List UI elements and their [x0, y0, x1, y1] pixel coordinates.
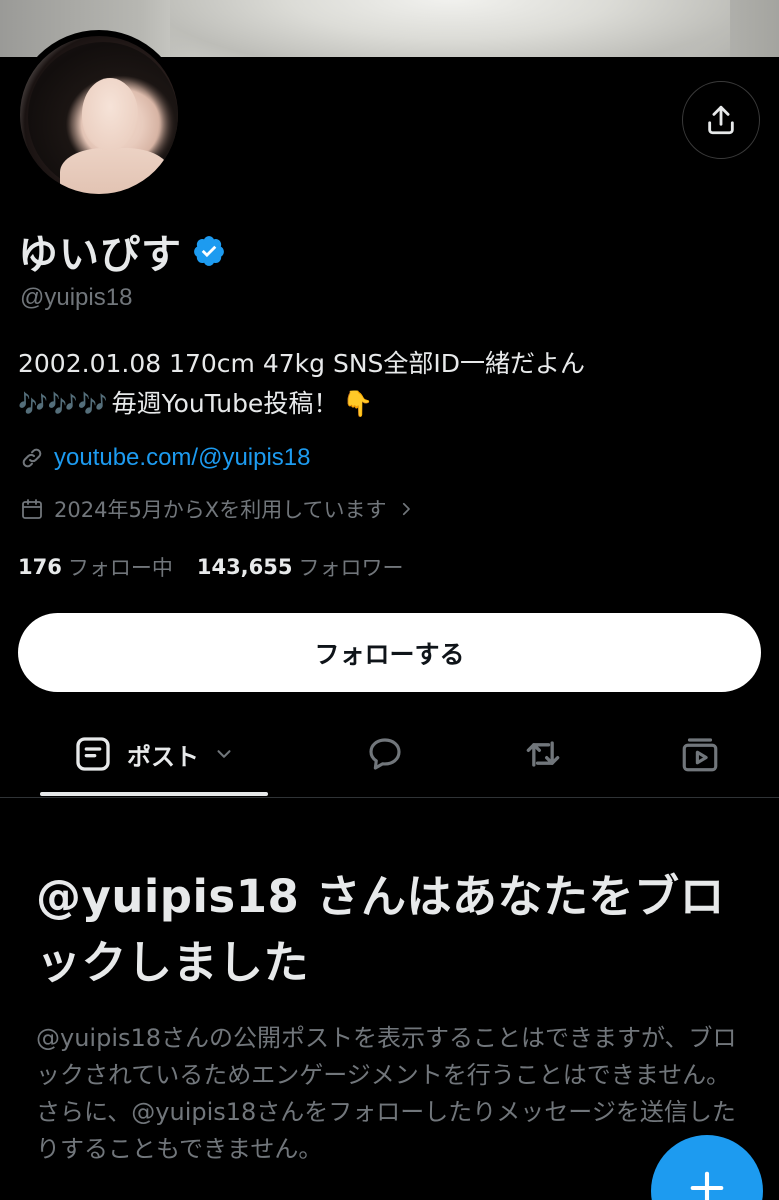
display-name: ゆいぴす — [18, 232, 182, 278]
calendar-icon — [22, 499, 42, 519]
bio-line-1: 2002.01.08 170cm 47kg SNS全部ID一緒だよん — [18, 349, 586, 378]
tab-reposts[interactable] — [503, 712, 583, 796]
tab-replies[interactable] — [345, 712, 425, 796]
profile-tabs: ポスト — [0, 712, 779, 798]
blocked-description: @yuipis18さんの公開ポストを表示することはできますが、ブロックされている… — [36, 1024, 737, 1163]
profile-handle: @yuipis18 — [20, 284, 133, 311]
chevron-down-icon — [217, 750, 231, 758]
bio-line-2-text: 毎週YouTube投稿！ — [111, 389, 339, 418]
bio-line-2: 🎶🎶🎶 毎週YouTube投稿！ 👇 — [18, 384, 758, 424]
share-button[interactable] — [682, 81, 760, 159]
followers-label[interactable]: フォロワー — [299, 552, 404, 582]
following-count[interactable]: 176 — [18, 555, 62, 579]
blocked-title: @yuipis18 さんはあなたをブロックしました — [36, 870, 726, 989]
banner-image — [170, 0, 730, 57]
follow-button[interactable]: フォローする — [18, 613, 761, 692]
repost-icon — [526, 741, 560, 767]
media-icon — [682, 738, 718, 772]
follow-stats: 176 フォロー中 143,655 フォロワー — [18, 552, 428, 582]
tab-media[interactable] — [660, 712, 740, 796]
pointing-down-emoji: 👇 — [342, 389, 374, 418]
profile-bio: 2002.01.08 170cm 47kg SNS全部ID一緒だよん 🎶🎶🎶 毎… — [18, 344, 758, 424]
link-icon — [22, 448, 42, 468]
active-tab-indicator — [40, 792, 268, 796]
music-notes-emoji: 🎶🎶🎶 — [18, 390, 108, 418]
verified-badge-icon[interactable] — [192, 234, 226, 268]
avatar-photo — [20, 36, 178, 194]
reply-bubble-icon — [369, 738, 401, 770]
profile-name-row: ゆいぴす — [18, 222, 226, 280]
posts-icon — [76, 737, 110, 771]
chevron-right-icon — [402, 502, 410, 516]
joined-date-text: 2024年5月からXを利用しています — [54, 498, 387, 522]
following-label[interactable]: フォロー中 — [68, 552, 173, 582]
tab-posts-label: ポスト — [127, 742, 199, 771]
profile-avatar[interactable] — [14, 30, 184, 200]
plus-icon — [690, 1171, 724, 1200]
website-link[interactable]: youtube.com/@yuipis18 — [54, 444, 311, 472]
profile-website: youtube.com/@yuipis18 — [20, 444, 311, 472]
joined-date-row[interactable]: 2024年5月からXを利用しています — [20, 494, 415, 524]
followers-count[interactable]: 143,655 — [197, 555, 293, 579]
tab-posts[interactable]: ポスト — [40, 712, 268, 796]
share-icon — [708, 105, 734, 135]
